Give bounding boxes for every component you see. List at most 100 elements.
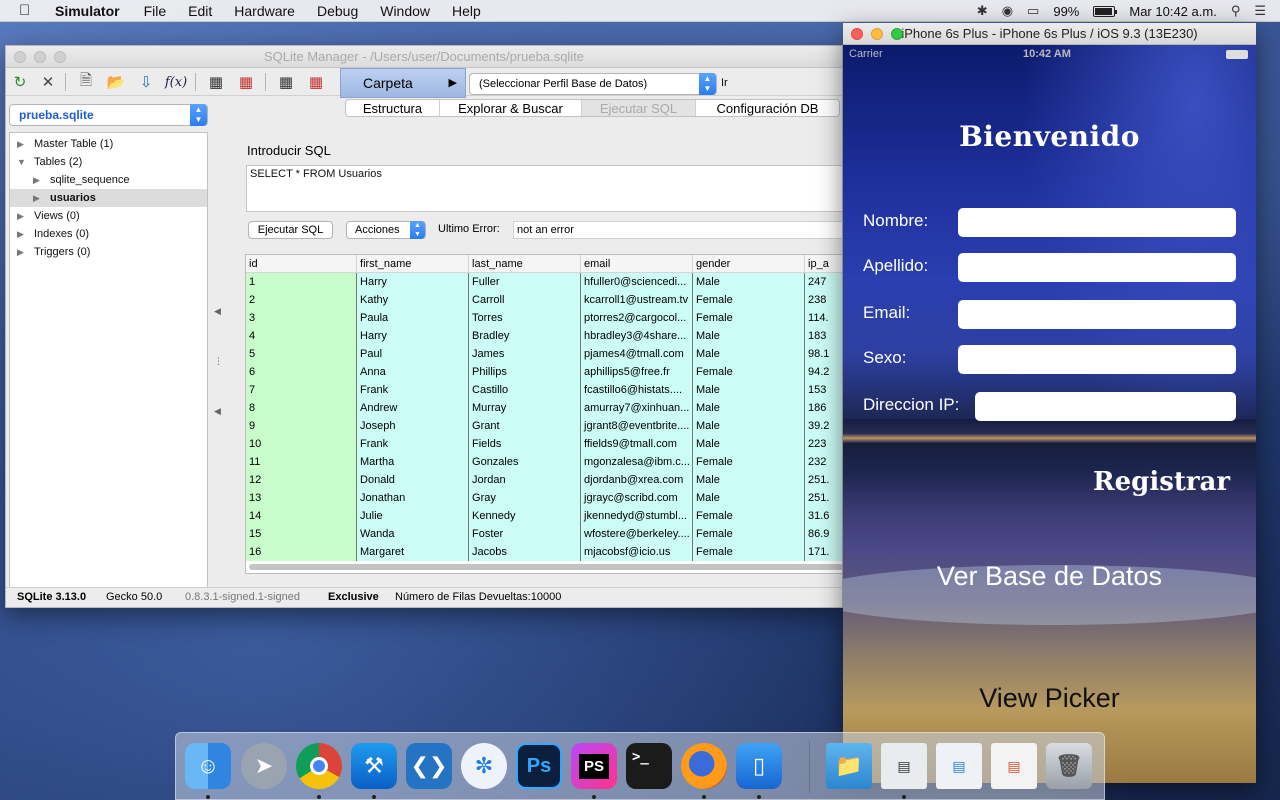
column-header[interactable]: gender (693, 255, 806, 272)
table-cell[interactable]: wfostere@berkeley.... (581, 525, 694, 543)
table-cell[interactable]: Harry (357, 327, 470, 345)
table-cell[interactable]: Fields (469, 435, 582, 453)
table-cell[interactable]: Harry (357, 273, 470, 291)
table-cell[interactable]: Female (693, 291, 806, 309)
minimize-button[interactable] (34, 51, 46, 63)
functions-icon[interactable]: f(x) (165, 72, 187, 92)
open-database-icon[interactable]: 📂 (105, 72, 127, 92)
table-cell[interactable]: Kathy (357, 291, 470, 309)
table-cell[interactable]: 8 (246, 399, 358, 417)
ip-input[interactable] (975, 392, 1236, 421)
table-cell[interactable]: 153 (805, 381, 842, 399)
tab-explorar-buscar[interactable]: Explorar & Buscar (440, 100, 582, 116)
table-cell[interactable]: Donald (357, 471, 470, 489)
table-cell[interactable]: Fuller (469, 273, 582, 291)
spotlight-search-icon[interactable]: ⚲ (1231, 3, 1241, 19)
splitter-handle[interactable]: ◀ ⋮ ◀ (214, 286, 223, 436)
create-index-icon[interactable]: ▦ (275, 72, 297, 92)
table-cell[interactable]: 5 (246, 345, 358, 363)
table-cell[interactable]: 7 (246, 381, 358, 399)
tree-item-master-table[interactable]: ▶ Master Table (1) (10, 135, 207, 153)
expand-arrow-icon[interactable]: ▶ (17, 243, 24, 261)
menu-app-name[interactable]: Simulator (55, 3, 120, 19)
table-cell[interactable]: Bradley (469, 327, 582, 345)
expand-arrow-icon[interactable]: ▶ (17, 207, 24, 225)
table-cell[interactable]: ptorres2@cargocol... (581, 309, 694, 327)
photoshop-icon[interactable]: Ps (516, 743, 562, 789)
trash-icon[interactable]: 🗑 (1046, 743, 1092, 789)
table-cell[interactable]: 183 (805, 327, 842, 345)
import-icon[interactable]: ⇩ (135, 72, 157, 92)
sql-input[interactable]: SELECT * FROM Usuarios (246, 165, 842, 212)
close-button[interactable] (14, 51, 26, 63)
email-input[interactable] (958, 300, 1236, 329)
table-cell[interactable]: mgonzalesa@ibm.c... (581, 453, 694, 471)
table-cell[interactable]: ffields9@tmall.com (581, 435, 694, 453)
table-cell[interactable]: 31.6 (805, 507, 842, 525)
table-cell[interactable]: 223 (805, 435, 842, 453)
column-header[interactable]: ip_a (805, 255, 842, 272)
battery-icon[interactable] (1093, 5, 1118, 17)
refresh-icon[interactable]: ↻ (9, 72, 31, 92)
table-cell[interactable]: Paul (357, 345, 470, 363)
table-row[interactable]: 12 Donald Jordan djordanb@xrea.com Male 251. (246, 471, 842, 489)
tree-item-usuarios[interactable]: ▶ usuarios (10, 189, 207, 207)
table-cell[interactable]: Male (693, 417, 806, 435)
firefox-icon[interactable] (681, 743, 727, 789)
table-cell[interactable]: Grant (469, 417, 582, 435)
table-cell[interactable]: Foster (469, 525, 582, 543)
table-row[interactable]: 2 Kathy Carroll kcarroll1@ustream.tv Female 2… (246, 291, 842, 309)
column-header[interactable]: first_name (357, 255, 470, 272)
table-cell[interactable]: Male (693, 489, 806, 507)
bluetooth-icon[interactable]: ✱ (977, 3, 988, 19)
table-cell[interactable]: Wanda (357, 525, 470, 543)
terminal-icon[interactable]: >_ (626, 743, 672, 789)
table-cell[interactable]: Jordan (469, 471, 582, 489)
table-cell[interactable]: djordanb@xrea.com (581, 471, 694, 489)
clock[interactable]: Mar 10:42 a.m. (1129, 4, 1216, 19)
carpeta-button[interactable]: Carpeta ▶ (340, 68, 466, 98)
go-button[interactable]: Ir (721, 77, 728, 89)
table-cell[interactable]: Carroll (469, 291, 582, 309)
table-row[interactable]: 10 Frank Fields ffields9@tmall.com Male 223 (246, 435, 842, 453)
table-cell[interactable]: 11 (246, 453, 358, 471)
table-row[interactable]: 1 Harry Fuller hfuller0@sciencedi... Male 247 (246, 273, 842, 291)
tree-item-views[interactable]: ▶ Views (0) (10, 207, 207, 225)
menu-file[interactable]: File (144, 3, 167, 19)
table-row[interactable]: 7 Frank Castillo fcastillo6@histats.... Male… (246, 381, 842, 399)
finder-icon[interactable]: ☺ (185, 743, 231, 789)
table-cell[interactable]: 6 (246, 363, 358, 381)
table-cell[interactable]: hbradley3@4share... (581, 327, 694, 345)
table-row[interactable]: 14 Julie Kennedy jkennedyd@stumbl... Female 3… (246, 507, 842, 525)
table-cell[interactable]: Julie (357, 507, 470, 525)
xcode-icon[interactable]: ⚒ (351, 743, 397, 789)
safari-icon[interactable]: ✼ (461, 743, 507, 789)
vscode-icon[interactable]: ❮❯ (406, 743, 452, 789)
table-cell[interactable]: hfuller0@sciencedi... (581, 273, 694, 291)
folder-icon[interactable]: 📁 (826, 743, 872, 789)
tree-item-sqlite-sequence[interactable]: ▶ sqlite_sequence (10, 171, 207, 189)
table-cell[interactable]: Frank (357, 435, 470, 453)
table-row[interactable]: 8 Andrew Murray amurray7@xinhuan... Male 186 (246, 399, 842, 417)
minimized-window-icon[interactable]: ▤ (936, 743, 982, 789)
table-row[interactable]: 15 Wanda Foster wfostere@berkeley.... Female… (246, 525, 842, 543)
table-cell[interactable]: 15 (246, 525, 358, 543)
table-cell[interactable]: Castillo (469, 381, 582, 399)
table-cell[interactable]: Anna (357, 363, 470, 381)
table-cell[interactable]: 94.2 (805, 363, 842, 381)
table-cell[interactable]: Murray (469, 399, 582, 417)
table-row[interactable]: 5 Paul James pjames4@tmall.com Male 98.1 (246, 345, 842, 363)
tab-estructura[interactable]: Estructura (346, 100, 440, 116)
table-cell[interactable]: Male (693, 399, 806, 417)
table-cell[interactable]: 4 (246, 327, 358, 345)
table-cell[interactable]: jgrant8@eventbrite.... (581, 417, 694, 435)
drop-table-icon[interactable]: ▦ (235, 72, 257, 92)
table-cell[interactable]: 251. (805, 489, 842, 507)
table-cell[interactable]: Joseph (357, 417, 470, 435)
table-cell[interactable]: jgrayc@scribd.com (581, 489, 694, 507)
table-cell[interactable]: amurray7@xinhuan... (581, 399, 694, 417)
wifi-icon[interactable]: ◉ (1002, 3, 1013, 19)
tree-item-indexes[interactable]: ▶ Indexes (0) (10, 225, 207, 243)
table-cell[interactable]: 2 (246, 291, 358, 309)
table-cell[interactable]: Paula (357, 309, 470, 327)
